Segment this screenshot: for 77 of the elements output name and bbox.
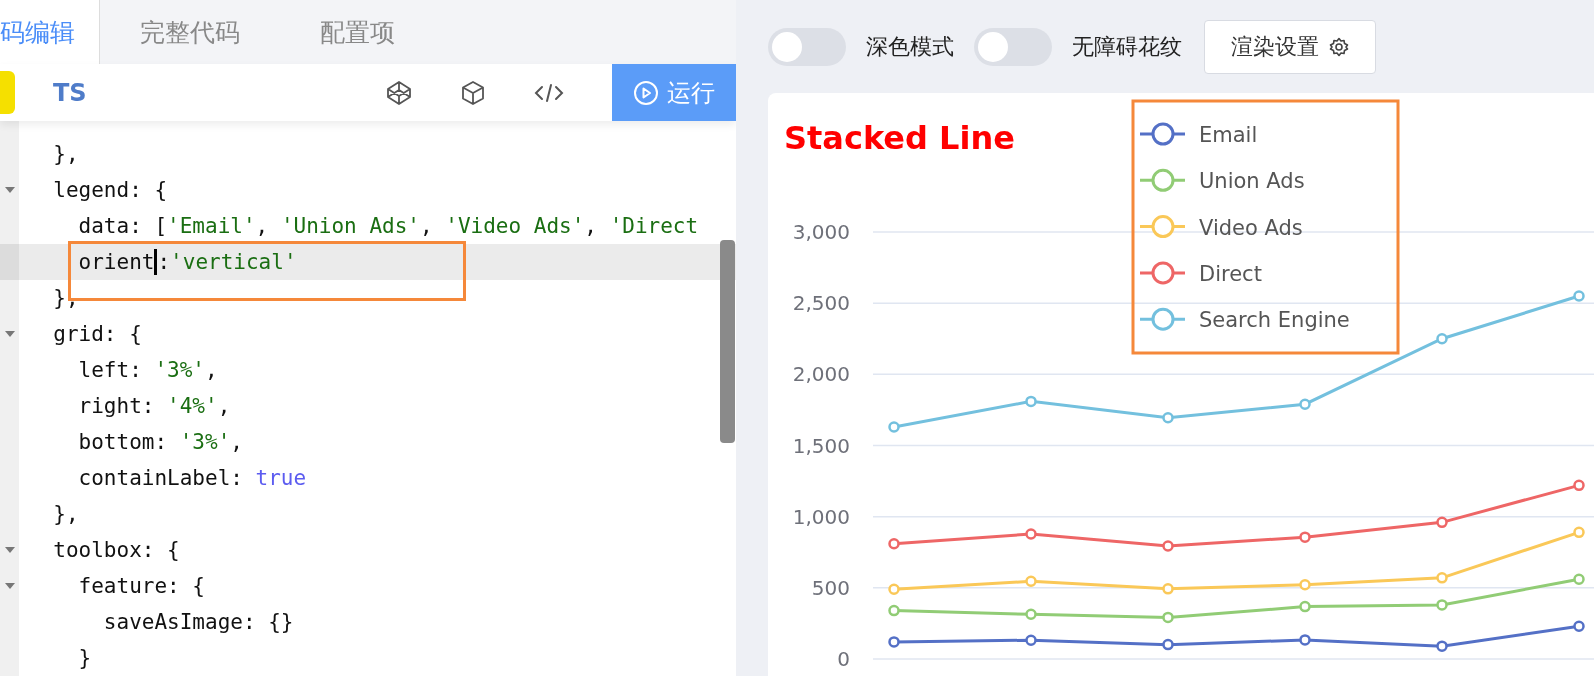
data-point <box>1436 572 1448 584</box>
code-line: data: ['Email', 'Union Ads', 'Video Ads', 'Direct <box>77 213 700 240</box>
language-badge <box>0 71 15 114</box>
gear-icon <box>1329 36 1349 57</box>
data-point <box>1162 412 1174 424</box>
axis-label: 2,000 <box>792 362 850 387</box>
axis-label: 500 <box>811 575 850 600</box>
codepen-icon[interactable] <box>386 79 412 106</box>
legend-label[interactable]: Union Ads <box>1199 169 1305 194</box>
legend-label[interactable]: Email <box>1199 123 1258 147</box>
data-point <box>888 421 900 433</box>
legend-symbol-icon[interactable] <box>1140 122 1185 146</box>
code-line: grid: { <box>52 321 143 348</box>
legend-symbol-icon[interactable] <box>1140 261 1185 285</box>
data-point <box>1025 395 1037 408</box>
cube-icon[interactable] <box>460 79 486 106</box>
data-point <box>888 636 900 648</box>
toggle-label: 无障碍花纹 <box>1072 32 1182 61</box>
data-point <box>888 583 900 595</box>
data-point <box>1162 638 1174 651</box>
code-line: left: '3%', <box>77 357 219 384</box>
data-point <box>1025 634 1037 646</box>
code-line: right: '4%', <box>77 393 232 420</box>
data-point <box>1573 526 1585 539</box>
code-line: bottom: '3%', <box>77 429 244 456</box>
code-icon[interactable] <box>534 81 564 104</box>
code-line: feature: { <box>77 573 206 600</box>
code-line: }, <box>52 501 80 528</box>
axis-label: 3,000 <box>792 220 850 244</box>
data-point <box>1299 398 1311 410</box>
data-point <box>1436 599 1448 611</box>
data-point <box>1162 540 1174 552</box>
code-line: }, <box>52 285 80 312</box>
legend-label[interactable]: Search Engine <box>1199 308 1350 333</box>
chart-title: Stacked Line <box>784 119 1015 157</box>
data-point <box>1573 620 1585 632</box>
fold-arrow-icon[interactable] <box>4 331 15 337</box>
legend-label[interactable]: Direct <box>1199 261 1262 286</box>
code-line: legend: { <box>52 177 169 204</box>
code-line: containLabel: true <box>77 465 308 492</box>
axis-label: 2,500 <box>792 291 850 316</box>
data-point <box>1025 608 1037 621</box>
code-line: toolbox: { <box>52 537 181 564</box>
code-line: saveAsImage: {} <box>102 609 295 636</box>
toggle-switch[interactable] <box>974 27 1052 66</box>
data-point <box>1299 578 1311 591</box>
render-settings-button[interactable]: 渲染设置 <box>1204 19 1376 74</box>
legend-label[interactable]: Video Ads <box>1199 215 1303 240</box>
code-line: } <box>77 645 93 672</box>
legend-symbol-icon[interactable] <box>1140 307 1185 331</box>
data-point <box>1436 333 1448 345</box>
toggle-switch[interactable] <box>768 27 846 66</box>
data-point <box>1573 573 1585 586</box>
data-point <box>1299 634 1311 646</box>
scrollbar[interactable] <box>720 240 735 443</box>
data-point <box>888 537 900 550</box>
toggle-label: 深色模式 <box>866 32 954 61</box>
axis-label: 0 <box>837 647 850 671</box>
fold-arrow-icon[interactable] <box>4 187 15 193</box>
code-line: }, <box>52 141 80 168</box>
data-point <box>1573 290 1585 302</box>
data-point <box>1436 640 1448 652</box>
axis-label: 1,000 <box>792 504 850 529</box>
data-point <box>1025 528 1037 540</box>
data-point <box>1162 611 1174 624</box>
data-point <box>888 604 900 617</box>
data-point <box>1025 575 1037 588</box>
play-icon <box>633 79 659 106</box>
data-point <box>1573 479 1585 492</box>
fold-arrow-icon[interactable] <box>4 583 15 589</box>
language-label: TS <box>53 78 87 107</box>
data-point <box>1436 516 1448 529</box>
data-point <box>1299 600 1311 613</box>
data-point <box>1162 583 1174 595</box>
fold-arrow-icon[interactable] <box>4 547 15 553</box>
data-point <box>1299 531 1311 543</box>
axis-label: 1,500 <box>792 433 850 458</box>
